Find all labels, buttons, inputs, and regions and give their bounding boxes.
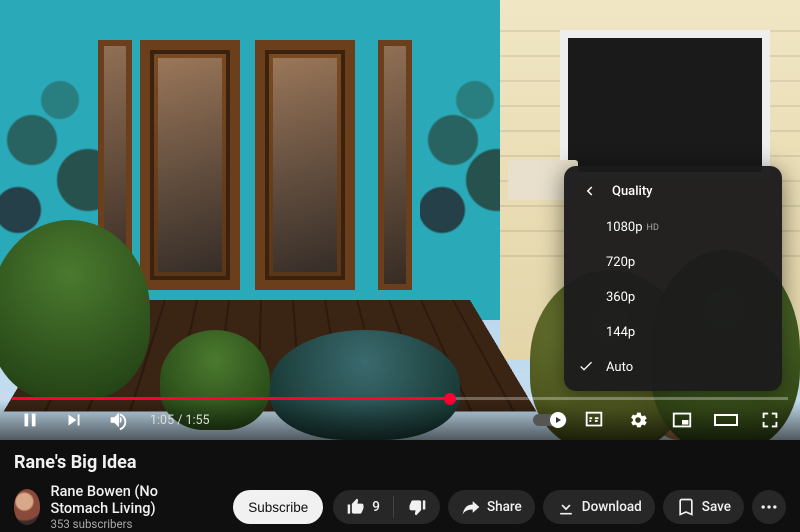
chevron-left-icon	[580, 182, 598, 200]
check-icon	[578, 358, 594, 378]
download-button[interactable]: Download	[543, 490, 655, 524]
player-controls: 1:05 / 1:55	[0, 400, 800, 440]
save-button[interactable]: Save	[663, 490, 744, 524]
captions-button[interactable]	[576, 402, 612, 438]
share-icon	[461, 497, 481, 517]
autoplay-toggle[interactable]	[532, 402, 568, 438]
fullscreen-button[interactable]	[752, 402, 788, 438]
more-horizontal-icon	[759, 497, 779, 517]
video-metadata: Rane's Big Idea Rane Bowen (No Stomach L…	[0, 440, 800, 532]
next-icon	[63, 409, 85, 431]
quality-menu-back[interactable]: Quality	[564, 172, 782, 210]
like-button[interactable]: 9	[333, 490, 393, 524]
quality-option-144p[interactable]: 144p	[564, 315, 782, 350]
autoplay-icon	[533, 411, 567, 429]
volume-button[interactable]	[100, 402, 136, 438]
quality-option-360p[interactable]: 360p	[564, 280, 782, 315]
download-icon	[556, 497, 576, 517]
thumbs-up-icon	[346, 497, 366, 517]
theater-icon	[713, 409, 739, 431]
miniplayer-button[interactable]	[664, 402, 700, 438]
gear-icon	[627, 409, 649, 431]
subscribe-button[interactable]: Subscribe	[233, 490, 323, 524]
timecode: 1:05 / 1:55	[150, 413, 210, 428]
next-button[interactable]	[56, 402, 92, 438]
like-dislike-pill: 9	[333, 490, 440, 524]
settings-button[interactable]	[620, 402, 656, 438]
channel-avatar[interactable]	[14, 489, 40, 525]
captions-icon	[583, 409, 605, 431]
more-actions-button[interactable]	[752, 490, 786, 524]
quality-option-auto[interactable]: Auto	[564, 350, 782, 385]
subscriber-count: 353 subscribers	[50, 518, 209, 532]
quality-menu[interactable]: Quality 1080pHD 720p 360p 144p Auto	[564, 166, 782, 391]
video-player[interactable]: Quality 1080pHD 720p 360p 144p Auto	[0, 0, 800, 440]
theater-button[interactable]	[708, 402, 744, 438]
quality-menu-title: Quality	[612, 184, 653, 199]
pause-button[interactable]	[12, 402, 48, 438]
bookmark-icon	[676, 497, 696, 517]
quality-option-1080p[interactable]: 1080pHD	[564, 210, 782, 245]
video-title: Rane's Big Idea	[14, 452, 786, 473]
channel-name[interactable]: Rane Bowen (No Stomach Living)	[50, 483, 209, 518]
volume-icon	[107, 409, 129, 431]
thumbs-down-icon	[407, 497, 427, 517]
fullscreen-icon	[759, 409, 781, 431]
share-button[interactable]: Share	[448, 490, 535, 524]
dislike-button[interactable]	[394, 490, 440, 524]
miniplayer-icon	[671, 409, 693, 431]
pause-icon	[19, 409, 41, 431]
quality-option-720p[interactable]: 720p	[564, 245, 782, 280]
